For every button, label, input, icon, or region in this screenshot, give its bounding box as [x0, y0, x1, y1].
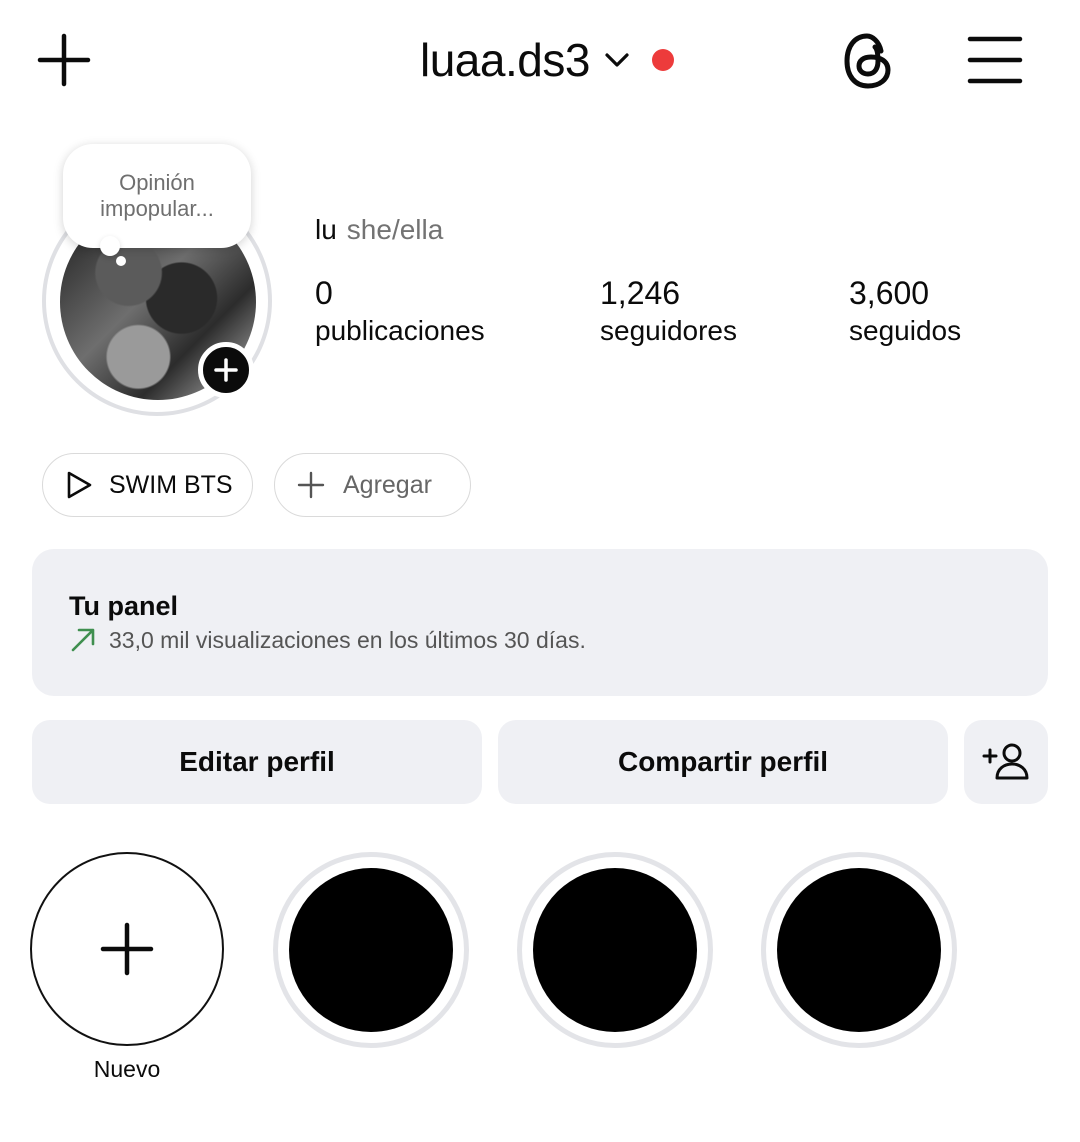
menu-button[interactable] [966, 32, 1024, 88]
button-label: Compartir perfil [617, 746, 829, 777]
chip-add[interactable]: Agregar [274, 453, 471, 517]
button-label: Editar perfil [179, 746, 335, 777]
discover-people-button[interactable] [964, 720, 1048, 804]
profile-name-row: lu she/ella [315, 214, 443, 246]
plus-icon [100, 922, 154, 976]
add-person-icon [982, 743, 1029, 780]
new-highlight-label: Nuevo [93, 1056, 161, 1082]
highlight-item[interactable] [517, 852, 713, 1048]
stat-posts[interactable]: 0 publicaciones [315, 274, 485, 348]
display-name: lu [315, 214, 337, 245]
highlight-cover [533, 868, 697, 1032]
plus-icon [37, 33, 91, 87]
threads-icon [844, 33, 891, 89]
note-bubble-tail-small [116, 256, 126, 266]
chip-label: Agregar [343, 470, 432, 499]
highlight-item[interactable] [761, 852, 957, 1048]
hamburger-menu-icon [967, 36, 1023, 84]
trend-up-arrow-icon [71, 628, 95, 652]
highlight-item[interactable] [273, 852, 469, 1048]
plus-icon [214, 358, 238, 382]
stat-label: publicaciones [315, 315, 485, 346]
panel-title: Tu panel [69, 591, 179, 621]
stat-label: seguidores [600, 315, 737, 346]
account-switcher[interactable]: luaa.ds3 [420, 30, 674, 90]
stat-value: 3,600 [849, 275, 930, 311]
share-profile-button[interactable]: Compartir perfil [498, 720, 948, 804]
username-title: luaa.ds3 [420, 34, 590, 86]
plus-icon [297, 471, 325, 499]
play-icon [67, 471, 92, 499]
note-bubble-tail [100, 236, 120, 256]
stat-value: 1,246 [600, 275, 681, 311]
chevron-down-icon [605, 53, 629, 67]
new-highlight-button[interactable] [30, 852, 224, 1046]
edit-profile-button[interactable]: Editar perfil [32, 720, 482, 804]
stat-followers[interactable]: 1,246 seguidores [600, 274, 737, 348]
stat-following[interactable]: 3,600 seguidos [849, 274, 961, 348]
chip-swim-bts[interactable]: SWIM BTS [42, 453, 253, 517]
professional-dashboard[interactable]: Tu panel 33,0 mil visualizaciones en los… [32, 549, 1048, 696]
panel-subtitle: 33,0 mil visualizaciones en los últimos … [109, 626, 586, 653]
pronouns: she/ella [346, 214, 444, 245]
highlight-cover [289, 868, 453, 1032]
stat-value: 0 [315, 275, 333, 311]
note-text: Opinión impopular... [100, 170, 214, 221]
panel-subtitle-row: 33,0 mil visualizaciones en los últimos … [69, 626, 586, 654]
new-post-button[interactable] [36, 30, 92, 90]
notification-dot [651, 49, 674, 71]
highlight-cover [777, 868, 941, 1032]
note-bubble[interactable]: Opinión impopular... [63, 144, 251, 248]
stat-label: seguidos [849, 315, 962, 346]
threads-button[interactable] [838, 30, 898, 92]
add-story-button[interactable] [198, 342, 254, 398]
chip-label: SWIM BTS [109, 470, 233, 499]
